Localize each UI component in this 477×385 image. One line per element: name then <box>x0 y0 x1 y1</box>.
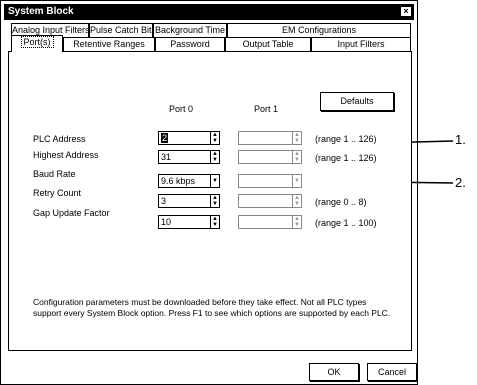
down-arrow-icon[interactable]: ▼ <box>211 138 219 144</box>
system-block-dialog: System Block × Analog Input Filters Puls… <box>0 0 418 385</box>
highest-address-range: (range 1 .. 126) <box>315 153 377 163</box>
ports-panel: Defaults Port 0 Port 1 PLC Address 2 ▲ ▼ … <box>8 51 412 351</box>
port1-header: Port 1 <box>254 104 279 114</box>
port0-header: Port 0 <box>169 104 194 114</box>
baud-rate-port0-value: 9.6 kbps <box>161 176 196 186</box>
down-arrow-icon[interactable]: ▼ <box>211 157 219 163</box>
highest-address-label: Highest Address <box>33 150 99 160</box>
plc-address-port0-spinner[interactable]: 2 ▲ ▼ <box>158 131 220 145</box>
plc-address-label: PLC Address <box>33 134 86 144</box>
gap-update-factor-port1-spin: ▲ ▼ <box>292 216 301 228</box>
highest-address-port0-spinner[interactable]: 31 ▲ ▼ <box>158 150 220 164</box>
gap-update-factor-port0-value: 10 <box>161 217 172 227</box>
retry-count-port0-value: 3 <box>161 196 167 206</box>
down-arrow-icon: ▼ <box>294 201 300 207</box>
retry-count-label: Retry Count <box>33 188 82 198</box>
retry-count-spin-buttons[interactable]: ▲ ▼ <box>210 195 219 207</box>
gap-update-factor-range: (range 1 .. 100) <box>315 218 377 228</box>
tab-ports[interactable]: Port(s) <box>11 35 63 52</box>
highest-address-port0-value: 31 <box>161 152 172 162</box>
plc-address-port0-value: 2 <box>161 133 169 143</box>
retry-count-port0-spinner[interactable]: 3 ▲ ▼ <box>158 194 220 208</box>
highest-address-spin-buttons[interactable]: ▲ ▼ <box>210 151 219 163</box>
highest-address-port1-spin: ▲ ▼ <box>292 151 301 163</box>
plc-address-range: (range 1 .. 126) <box>315 134 377 144</box>
dropdown-arrow-icon: ▼ <box>294 178 300 184</box>
highest-address-port1-spinner: ▲ ▼ <box>238 150 302 164</box>
plc-address-port1-spin: ▲ ▼ <box>292 132 301 144</box>
down-arrow-icon: ▼ <box>294 157 300 163</box>
retry-count-port1-spinner: ▲ ▼ <box>238 194 302 208</box>
retry-count-port1-spin: ▲ ▼ <box>292 195 301 207</box>
gap-update-factor-label: Gap Update Factor <box>33 208 110 218</box>
baud-rate-port1-select: ▼ <box>238 174 302 188</box>
baud-rate-port0-select[interactable]: 9.6 kbps ▼ <box>158 174 220 188</box>
configuration-note: Configuration parameters must be downloa… <box>33 297 391 318</box>
down-arrow-icon: ▼ <box>294 138 300 144</box>
down-arrow-icon[interactable]: ▼ <box>211 201 219 207</box>
gap-update-factor-port1-spinner: ▲ ▼ <box>238 215 302 229</box>
callout-1-label: 1. <box>455 132 466 147</box>
callout-2-label: 2. <box>455 175 466 190</box>
chevron-down-icon[interactable]: ▼ <box>210 175 219 187</box>
gap-update-factor-spin-buttons[interactable]: ▲ ▼ <box>210 216 219 228</box>
tab-ports-label: Port(s) <box>20 36 54 48</box>
dropdown-arrow-icon: ▼ <box>212 178 218 184</box>
down-arrow-icon[interactable]: ▼ <box>211 222 219 228</box>
down-arrow-icon: ▼ <box>294 222 300 228</box>
defaults-button[interactable]: Defaults <box>320 92 394 111</box>
plc-address-spin-buttons[interactable]: ▲ ▼ <box>210 132 219 144</box>
gap-update-factor-port0-spinner[interactable]: 10 ▲ ▼ <box>158 215 220 229</box>
baud-rate-label: Baud Rate <box>33 169 76 179</box>
retry-count-range: (range 0 .. 8) <box>315 197 367 207</box>
plc-address-port1-spinner: ▲ ▼ <box>238 131 302 145</box>
chevron-down-icon: ▼ <box>292 175 301 187</box>
